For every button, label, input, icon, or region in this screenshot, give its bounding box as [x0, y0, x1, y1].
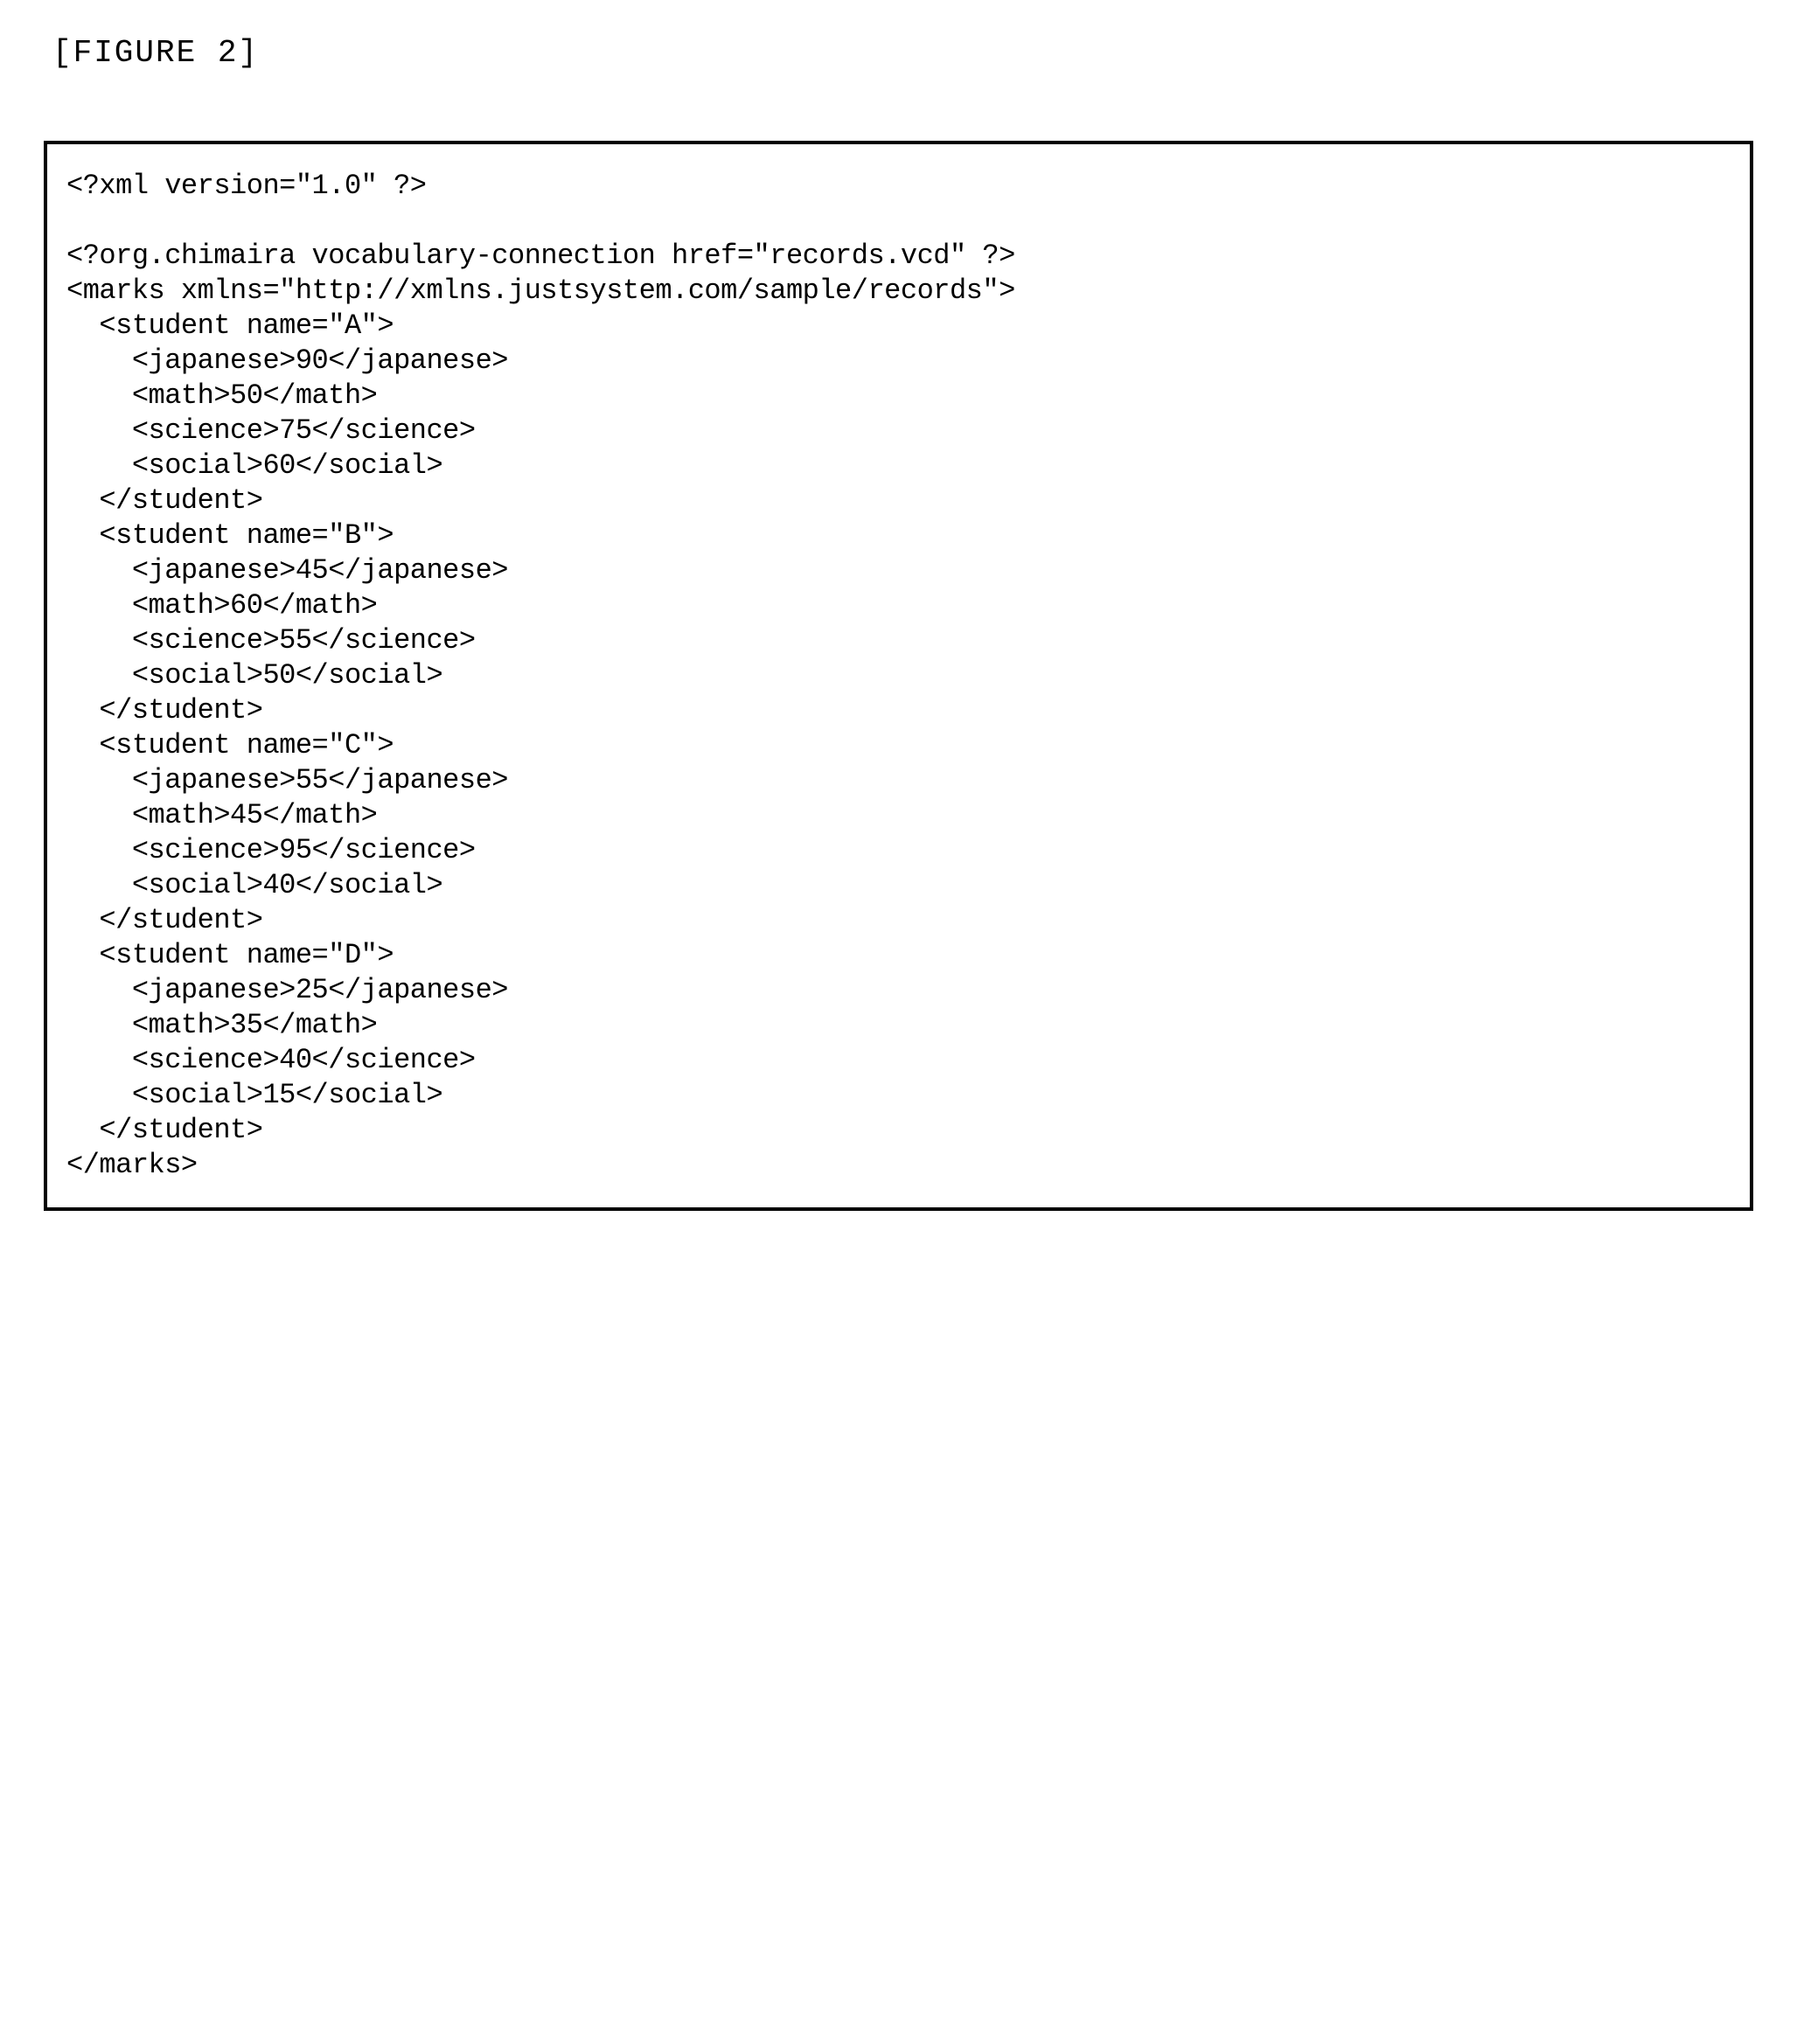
xml-processing-instruction: <?org.chimaira vocabulary-connection hre…: [66, 240, 1015, 272]
student-social: <social>60</social>: [66, 449, 442, 482]
student-japanese: <japanese>55</japanese>: [66, 764, 508, 796]
student-japanese: <japanese>90</japanese>: [66, 344, 508, 377]
student-close: </student>: [66, 904, 262, 936]
xml-root-open: <marks xmlns="http://xmlns.justsystem.co…: [66, 275, 1015, 307]
student-social: <social>15</social>: [66, 1079, 442, 1111]
student-social: <social>50</social>: [66, 659, 442, 692]
student-open: <student name="B">: [66, 519, 394, 552]
student-open: <student name="C">: [66, 729, 394, 761]
student-japanese: <japanese>25</japanese>: [66, 974, 508, 1006]
student-science: <science>40</science>: [66, 1044, 476, 1076]
student-close: </student>: [66, 694, 262, 727]
figure-label: [FIGURE 2]: [52, 35, 1753, 71]
student-math: <math>35</math>: [66, 1009, 377, 1041]
student-math: <math>50</math>: [66, 379, 377, 412]
xml-code-box: <?xml version="1.0" ?> <?org.chimaira vo…: [44, 141, 1753, 1211]
student-math: <math>45</math>: [66, 799, 377, 831]
xml-code-content: <?xml version="1.0" ?> <?org.chimaira vo…: [66, 169, 1731, 1183]
student-open: <student name="D">: [66, 939, 394, 971]
student-math: <math>60</math>: [66, 589, 377, 622]
student-social: <social>40</social>: [66, 869, 442, 901]
blank-line: [66, 204, 1731, 239]
xml-declaration: <?xml version="1.0" ?>: [66, 170, 426, 202]
student-close: </student>: [66, 1114, 262, 1146]
student-close: </student>: [66, 484, 262, 517]
student-japanese: <japanese>45</japanese>: [66, 554, 508, 587]
student-open: <student name="A">: [66, 309, 394, 342]
student-science: <science>95</science>: [66, 834, 476, 866]
student-science: <science>75</science>: [66, 414, 476, 447]
student-science: <science>55</science>: [66, 624, 476, 657]
xml-root-close: </marks>: [66, 1149, 198, 1181]
